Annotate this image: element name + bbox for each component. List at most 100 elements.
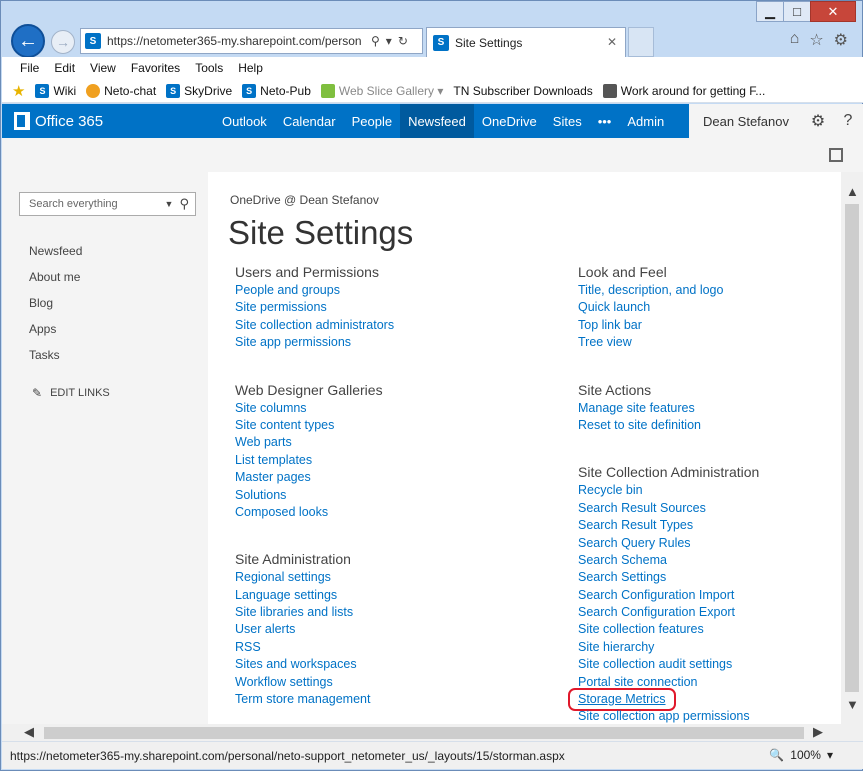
home-icon[interactable]: ⌂ (790, 30, 800, 50)
link-people-and-groups[interactable]: People and groups (235, 283, 340, 297)
focus-on-content-icon[interactable] (829, 148, 843, 162)
link-search-result-sources[interactable]: Search Result Sources (578, 501, 706, 515)
suite-nav-onedrive[interactable]: OneDrive (474, 104, 545, 138)
quick-launch-blog[interactable]: Blog (29, 296, 82, 322)
link-site-collection-administrators[interactable]: Site collection administrators (235, 318, 394, 332)
suite-nav-sites[interactable]: Sites (545, 104, 590, 138)
maximize-button[interactable]: □ (783, 1, 811, 22)
tab-close-icon[interactable]: ✕ (607, 35, 617, 49)
menu-view[interactable]: View (90, 61, 116, 75)
favorite-work-around-for-getting-f[interactable]: Work around for getting F... (602, 83, 765, 98)
favorite-web-slice-gallery[interactable]: Web Slice Gallery ▾ (320, 83, 443, 98)
suite-nav-more[interactable]: ••• (590, 104, 620, 138)
search-box[interactable]: Search everything ▼ ⚲ (19, 192, 196, 216)
link-tree-view[interactable]: Tree view (578, 335, 632, 349)
link-recycle-bin[interactable]: Recycle bin (578, 483, 643, 497)
star-icon[interactable]: ☆ (809, 30, 823, 50)
quick-launch-newsfeed[interactable]: Newsfeed (29, 244, 82, 270)
zoom-control[interactable]: 🔍 100% ▾ (769, 748, 833, 762)
menu-tools[interactable]: Tools (195, 61, 223, 75)
link-user-alerts[interactable]: User alerts (235, 622, 295, 636)
link-search-schema[interactable]: Search Schema (578, 553, 667, 567)
link-language-settings[interactable]: Language settings (235, 588, 337, 602)
favorite-neto-chat[interactable]: Neto-chat (86, 83, 156, 98)
link-site-hierarchy[interactable]: Site hierarchy (578, 640, 654, 654)
favorite-wiki[interactable]: S Wiki (35, 83, 76, 98)
edit-links-button[interactable]: ✎ EDIT LINKS (32, 386, 110, 400)
scroll-right-icon[interactable]: ▶ (813, 724, 823, 740)
office365-brand[interactable]: Office 365 (14, 112, 214, 130)
link-reset-to-site-definition[interactable]: Reset to site definition (578, 418, 701, 432)
link-title-description-and-logo[interactable]: Title, description, and logo (578, 283, 723, 297)
user-name[interactable]: Dean Stefanov (689, 114, 803, 129)
link-search-configuration-export[interactable]: Search Configuration Export (578, 605, 735, 619)
suite-nav-admin[interactable]: Admin (619, 104, 672, 138)
dropdown-icon[interactable]: ▾ (386, 34, 392, 48)
vertical-scrollbar[interactable]: ▲ ▼ (841, 172, 863, 724)
vertical-scroll-thumb[interactable] (845, 204, 859, 692)
link-site-collection-features[interactable]: Site collection features (578, 622, 704, 636)
quick-launch-apps[interactable]: Apps (29, 322, 82, 348)
address-url[interactable]: https://netometer365-my.sharepoint.com/p… (107, 34, 367, 48)
link-site-columns[interactable]: Site columns (235, 401, 307, 415)
quick-launch-about-me[interactable]: About me (29, 270, 82, 296)
link-regional-settings[interactable]: Regional settings (235, 570, 331, 584)
search-input[interactable]: Search everything (29, 198, 165, 210)
menu-file[interactable]: File (20, 61, 39, 75)
link-rss[interactable]: RSS (235, 640, 261, 654)
minimize-button[interactable]: ▁ (756, 1, 784, 22)
link-web-parts[interactable]: Web parts (235, 435, 292, 449)
suite-nav-newsfeed[interactable]: Newsfeed (400, 104, 474, 138)
help-icon[interactable]: ? (833, 112, 863, 130)
link-term-store-management[interactable]: Term store management (235, 692, 370, 706)
scroll-down-icon[interactable]: ▼ (846, 697, 859, 712)
settings-gear-icon[interactable]: ⚙ (803, 111, 833, 131)
search-icon[interactable]: ⚲ (371, 34, 380, 48)
forward-arrow-icon[interactable]: → (51, 30, 75, 54)
link-site-content-types[interactable]: Site content types (235, 418, 334, 432)
scroll-up-icon[interactable]: ▲ (846, 184, 859, 199)
link-master-pages[interactable]: Master pages (235, 470, 311, 484)
refresh-icon[interactable]: ↻ (398, 34, 408, 48)
link-search-configuration-import[interactable]: Search Configuration Import (578, 588, 734, 602)
favorites-star-icon[interactable]: ★ (12, 82, 25, 100)
link-site-app-permissions[interactable]: Site app permissions (235, 335, 351, 349)
favorite-tn-subscriber-downloads[interactable]: TN Subscriber Downloads (453, 84, 592, 98)
quick-launch-tasks[interactable]: Tasks (29, 348, 82, 374)
browser-tab[interactable]: S Site Settings ✕ (426, 27, 626, 57)
link-list-templates[interactable]: List templates (235, 453, 312, 467)
menu-help[interactable]: Help (238, 61, 263, 75)
link-top-link-bar[interactable]: Top link bar (578, 318, 642, 332)
zoom-dropdown-icon[interactable]: ▾ (827, 748, 833, 762)
link-search-result-types[interactable]: Search Result Types (578, 518, 693, 532)
horizontal-scrollbar[interactable]: ◀ ▶ (2, 724, 863, 742)
horizontal-scroll-thumb[interactable] (44, 727, 804, 739)
link-site-collection-app-permissions[interactable]: Site collection app permissions (578, 709, 750, 723)
link-sites-and-workspaces[interactable]: Sites and workspaces (235, 657, 357, 671)
link-search-settings[interactable]: Search Settings (578, 570, 666, 584)
favorite-skydrive[interactable]: S SkyDrive (166, 83, 232, 98)
back-arrow-icon[interactable]: ← (11, 24, 45, 58)
link-site-permissions[interactable]: Site permissions (235, 300, 327, 314)
link-quick-launch[interactable]: Quick launch (578, 300, 650, 314)
menu-favorites[interactable]: Favorites (131, 61, 180, 75)
search-scope-dropdown-icon[interactable]: ▼ (165, 199, 174, 209)
close-button[interactable]: ✕ (810, 1, 856, 22)
suite-nav-outlook[interactable]: Outlook (214, 104, 275, 138)
favorite-neto-pub[interactable]: S Neto-Pub (242, 83, 311, 98)
suite-nav-people[interactable]: People (344, 104, 400, 138)
link-site-libraries-and-lists[interactable]: Site libraries and lists (235, 605, 353, 619)
link-portal-site-connection[interactable]: Portal site connection (578, 675, 698, 689)
search-icon[interactable]: ⚲ (179, 196, 189, 212)
suite-nav-calendar[interactable]: Calendar (275, 104, 344, 138)
new-tab-button[interactable] (628, 27, 654, 57)
link-workflow-settings[interactable]: Workflow settings (235, 675, 333, 689)
link-solutions[interactable]: Solutions (235, 488, 286, 502)
link-storage-metrics[interactable]: Storage Metrics (568, 688, 676, 712)
link-manage-site-features[interactable]: Manage site features (578, 401, 695, 415)
link-search-query-rules[interactable]: Search Query Rules (578, 536, 691, 550)
breadcrumb[interactable]: OneDrive @ Dean Stefanov (230, 193, 379, 207)
scroll-left-icon[interactable]: ◀ (24, 724, 34, 740)
address-bar[interactable]: S https://netometer365-my.sharepoint.com… (80, 28, 423, 54)
gear-icon[interactable]: ⚙ (834, 30, 848, 50)
